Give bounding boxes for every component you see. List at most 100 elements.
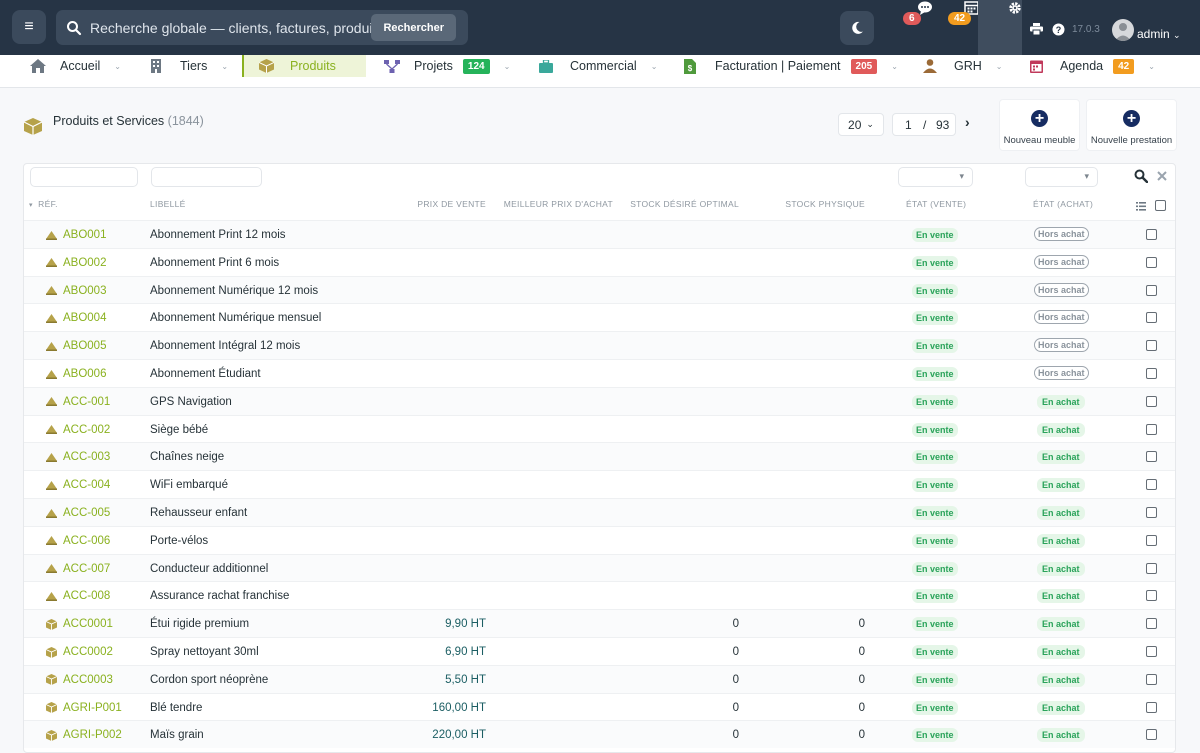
search-icon[interactable] (1134, 169, 1148, 183)
product-ref-link[interactable]: ACC0002 (46, 646, 113, 658)
col-stock-physical[interactable]: STOCK PHYSIQUE (785, 199, 865, 209)
row-checkbox[interactable] (1146, 451, 1157, 463)
messages-icon[interactable] (917, 1, 933, 15)
col-best-buy-price[interactable]: MEILLEUR PRIX D'ACHAT (504, 199, 613, 209)
row-checkbox[interactable] (1146, 340, 1157, 352)
product-ref-link[interactable]: AGRI-P002 (46, 729, 122, 741)
product-ref-link[interactable]: ACC0003 (46, 674, 113, 686)
row-checkbox[interactable] (1146, 562, 1157, 574)
settings-area[interactable] (978, 0, 1022, 55)
row-checkbox[interactable] (1146, 701, 1157, 713)
menu-item-billing[interactable]: $ Facturation | Paiement 205 ⌄ (684, 55, 898, 77)
col-label[interactable]: LIBELLÉ (150, 199, 186, 209)
table-row[interactable]: ACC-007 Conducteur additionnel En vente En … (24, 553, 1175, 582)
menu-item-home[interactable]: Accueil ⌄ (30, 55, 121, 77)
user-menu[interactable]: admin ⌄ (1137, 27, 1181, 41)
table-row[interactable]: ABO005 Abonnement Intégral 12 mois En vent… (24, 331, 1175, 360)
table-row[interactable]: ACC-006 Porte-vélos En vente En achat (24, 525, 1175, 554)
product-ref-link[interactable]: ACC-005 (46, 507, 110, 519)
product-ref-link[interactable]: ACC-001 (46, 396, 110, 408)
row-checkbox[interactable] (1146, 423, 1157, 435)
row-checkbox[interactable] (1146, 284, 1157, 296)
table-row[interactable]: ACC-001 GPS Navigation En vente En achat (24, 386, 1175, 415)
product-ref-link[interactable]: AGRI-P001 (46, 702, 122, 714)
col-sell-price[interactable]: PRIX DE VENTE (417, 199, 486, 209)
table-row[interactable]: AGRI-P002 Maïs grain 220,00 HT 0 0 En vente En… (24, 720, 1175, 749)
table-row[interactable]: ACC-003 Chaînes neige En vente En achat (24, 442, 1175, 471)
row-checkbox[interactable] (1146, 673, 1157, 685)
menu-item-thirdparties[interactable]: Tiers ⌄ (150, 55, 228, 77)
sell-status-badge: En vente (912, 394, 958, 409)
table-row[interactable]: ACC0002 Spray nettoyant 30ml 6,90 HT 0 0 En v… (24, 637, 1175, 665)
new-service-button[interactable]: + Nouvelle prestation (1086, 99, 1177, 151)
close-icon[interactable] (1157, 171, 1167, 181)
product-ref-link[interactable]: ABO002 (46, 257, 106, 269)
product-ref-link[interactable]: ACC-004 (46, 479, 110, 491)
table-row[interactable]: ACC-008 Assurance rachat franchise En vent… (24, 581, 1175, 609)
row-checkbox[interactable] (1146, 646, 1157, 657)
table-row[interactable]: ABO006 Abonnement Étudiant En vente Hors ac… (24, 359, 1175, 387)
product-ref-link[interactable]: ACC-008 (46, 590, 110, 602)
row-checkbox[interactable] (1146, 229, 1157, 240)
col-ref[interactable]: ▾ RÉF. (29, 199, 58, 209)
new-furniture-button[interactable]: + Nouveau meuble (999, 99, 1080, 151)
table-row[interactable]: ACC-005 Rehausseur enfant En vente En achat (24, 498, 1175, 526)
row-checkbox[interactable] (1146, 590, 1157, 602)
table-row[interactable]: ACC-002 Siège bébé En vente En achat (24, 414, 1175, 443)
help-icon[interactable]: ? (1052, 23, 1065, 36)
avatar[interactable] (1112, 19, 1134, 41)
search-button[interactable]: Rechercher (371, 14, 456, 41)
menu-item-projects[interactable]: Projets 124 ⌄ (384, 55, 510, 77)
dark-mode-icon[interactable] (840, 11, 874, 45)
product-ref-link[interactable]: ABO005 (46, 340, 106, 352)
product-ref-link[interactable]: ABO006 (46, 368, 106, 380)
product-ref-link[interactable]: ACC-006 (46, 535, 110, 547)
table-row[interactable]: ACC0003 Cordon sport néoprène 5,50 HT 0 0 En … (24, 664, 1175, 693)
print-icon[interactable] (1030, 23, 1043, 35)
col-stock-desired[interactable]: STOCK DÉSIRÉ OPTIMAL (630, 199, 739, 209)
row-checkbox[interactable] (1146, 729, 1157, 741)
filter-label-input[interactable] (151, 167, 262, 187)
row-checkbox[interactable] (1146, 256, 1157, 268)
table-row[interactable]: ABO004 Abonnement Numérique mensuel En ven… (24, 303, 1175, 331)
row-checkbox[interactable] (1146, 534, 1157, 546)
limit-select[interactable]: 20 ⌄ (838, 113, 884, 136)
search-input[interactable] (90, 19, 380, 36)
product-ref-link[interactable]: ACC-007 (46, 563, 110, 575)
product-ref-link[interactable]: ABO003 (46, 285, 106, 297)
col-sell-status[interactable]: ÉTAT (VENTE) (906, 199, 966, 209)
service-icon (46, 425, 57, 435)
row-checkbox[interactable] (1146, 368, 1157, 379)
menu-item-commercial[interactable]: Commercial ⌄ (539, 55, 657, 77)
table-row[interactable]: ABO001 Abonnement Print 12 mois En vente Ho… (24, 220, 1175, 248)
menu-icon[interactable]: ≡ (12, 10, 46, 44)
filter-sell-status-select[interactable] (898, 167, 973, 187)
page-current-input[interactable]: 1 (905, 118, 912, 132)
page-total[interactable]: 93 (936, 118, 949, 132)
table-row[interactable]: ABO002 Abonnement Print 6 mois En vente Hor… (24, 247, 1175, 276)
row-checkbox[interactable] (1146, 395, 1157, 407)
filter-buy-status-select[interactable] (1025, 167, 1098, 187)
gear-icon[interactable] (1008, 1, 1022, 15)
col-buy-status[interactable]: ÉTAT (ACHAT) (1033, 199, 1093, 209)
product-ref-link[interactable]: ABO001 (46, 229, 106, 241)
product-ref-link[interactable]: ABO004 (46, 312, 106, 324)
row-checkbox[interactable] (1146, 618, 1157, 630)
filter-ref-input[interactable] (30, 167, 138, 187)
menu-item-agenda[interactable]: Agenda 42 ⌄ (1030, 55, 1155, 77)
table-row[interactable]: ACC0001 Étui rigide premium 9,90 HT 0 0 En ve… (24, 609, 1175, 638)
next-page-icon[interactable]: › (965, 114, 970, 130)
product-ref-link[interactable]: ACC0001 (46, 618, 113, 630)
product-ref-link[interactable]: ACC-003 (46, 451, 110, 463)
table-row[interactable]: AGRI-P001 Blé tendre 160,00 HT 0 0 En vente En… (24, 692, 1175, 721)
table-row[interactable]: ABO003 Abonnement Numérique 12 mois En ven… (24, 275, 1175, 304)
row-checkbox[interactable] (1146, 507, 1157, 518)
column-list-icon[interactable] (1136, 202, 1146, 211)
select-all-checkbox[interactable] (1155, 200, 1166, 211)
row-checkbox[interactable] (1146, 312, 1157, 324)
row-checkbox[interactable] (1146, 479, 1157, 491)
table-row[interactable]: ACC-004 WiFi embarqué En vente En achat (24, 470, 1175, 498)
menu-item-products[interactable]: Produits (242, 55, 366, 77)
product-ref-link[interactable]: ACC-002 (46, 424, 110, 436)
menu-item-hr[interactable]: GRH ⌄ (923, 55, 1002, 77)
